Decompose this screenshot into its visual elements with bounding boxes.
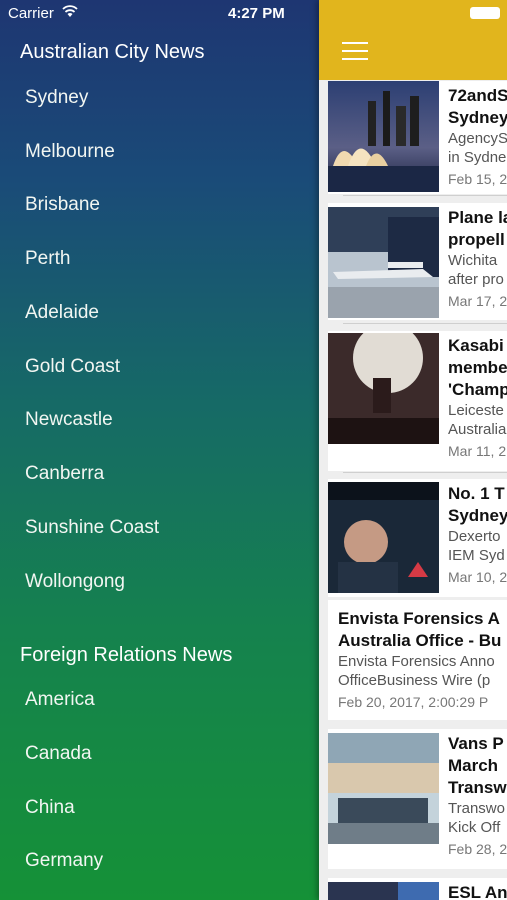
article-thumbnail [328, 333, 439, 444]
article-title: ESL An [448, 883, 507, 900]
carrier-label: Carrier [8, 5, 54, 22]
article-date: Mar 11, 2 [448, 443, 507, 459]
article-source: Leiceste Australia [448, 402, 507, 438]
article-title: No. 1 T Sydney [448, 484, 507, 525]
nav-item-perth[interactable]: Perth [25, 242, 285, 276]
news-card[interactable]: ESL An [328, 878, 507, 900]
news-card[interactable]: 72andS Sydney AgencyS in Sydne Feb 15, 2 [328, 81, 507, 194]
article-title: Vans P March Transw [448, 734, 507, 797]
nav-item-germany[interactable]: Germany [25, 844, 285, 878]
article-title: 72andS Sydney [448, 86, 507, 127]
top-bar [319, 0, 507, 80]
article-title: Kasabi membe 'Champ [448, 336, 507, 399]
nav-item-wollongong[interactable]: Wollongong [25, 565, 285, 599]
news-card[interactable]: Vans P March Transw Transwo Kick Off Feb 28… [328, 729, 507, 869]
nav-item-melbourne[interactable]: Melbourne [25, 135, 285, 169]
article-thumbnail [328, 482, 439, 593]
article-text: No. 1 T Sydney Dexerto IEM Syd Mar 10, 2 [448, 483, 507, 587]
nav-item-sydney[interactable]: Sydney [25, 81, 285, 115]
article-date: Feb 15, 2 [448, 171, 507, 187]
menu-icon[interactable] [342, 42, 368, 62]
article-source: Transwo Kick Off [448, 800, 505, 836]
nav-item-adelaide[interactable]: Adelaide [25, 296, 285, 330]
article-text: 72andS Sydney AgencyS in Sydne Feb 15, 2 [448, 85, 507, 189]
article-thumbnail [328, 207, 439, 318]
nav-item-canberra[interactable]: Canberra [25, 457, 285, 491]
article-title: Plane la propell [448, 208, 507, 249]
article-source: Dexerto IEM Syd [448, 528, 505, 564]
article-title: Envista Forensics A Australia Office - Bu [338, 609, 502, 650]
battery-icon [470, 7, 500, 19]
nav-item-gold-coast[interactable]: Gold Coast [25, 350, 285, 384]
news-feed-panel: 72andS Sydney AgencyS in Sydne Feb 15, 2 P… [319, 0, 507, 900]
article-thumbnail [328, 81, 439, 192]
news-card[interactable]: Plane la propell Wichita after pro Mar 17,… [328, 203, 507, 320]
article-text: Envista Forensics A Australia Office - Bu… [338, 608, 507, 712]
nav-item-china[interactable]: China [25, 791, 285, 825]
section-title-foreign-relations-news: Foreign Relations News [20, 644, 233, 666]
nav-item-newcastle[interactable]: Newcastle [25, 403, 285, 437]
article-source: AgencyS in Sydne [448, 130, 507, 166]
status-bar: Carrier 4:27 PM [0, 0, 319, 28]
article-date: Mar 17, 2 [448, 293, 507, 309]
article-text: ESL An [448, 882, 507, 900]
article-date: Feb 20, 2017, 2:00:29 P [338, 694, 489, 710]
section-title-australian-city-news: Australian City News [20, 41, 205, 63]
divider [343, 323, 507, 324]
status-time: 4:27 PM [228, 5, 285, 22]
nav-item-america[interactable]: America [25, 683, 285, 717]
news-card[interactable]: Kasabi membe 'Champ Leiceste Australia Mar … [328, 331, 507, 471]
article-thumbnail [328, 733, 439, 844]
article-thumbnail [328, 882, 439, 900]
article-date: Mar 10, 2 [448, 569, 507, 585]
news-card[interactable]: No. 1 T Sydney Dexerto IEM Syd Mar 10, 2 [328, 479, 507, 597]
article-text: Vans P March Transw Transwo Kick Off Feb 28… [448, 733, 507, 859]
article-date: Feb 28, 2 [448, 841, 507, 857]
article-source: Envista Forensics Anno OfficeBusiness Wir… [338, 653, 495, 689]
nav-item-sunshine-coast[interactable]: Sunshine Coast [25, 511, 285, 545]
article-text: Kasabi membe 'Champ Leiceste Australia Mar … [448, 335, 507, 461]
wifi-icon [62, 5, 78, 17]
nav-item-brisbane[interactable]: Brisbane [25, 188, 285, 222]
article-source: Wichita after pro [448, 252, 504, 288]
article-text: Plane la propell Wichita after pro Mar 17,… [448, 207, 507, 311]
divider [343, 472, 507, 473]
divider [343, 195, 507, 196]
news-card[interactable]: Envista Forensics A Australia Office - Bu… [328, 600, 507, 720]
side-drawer: Carrier 4:27 PM Australian City News Syd… [0, 0, 319, 900]
nav-item-canada[interactable]: Canada [25, 737, 285, 771]
